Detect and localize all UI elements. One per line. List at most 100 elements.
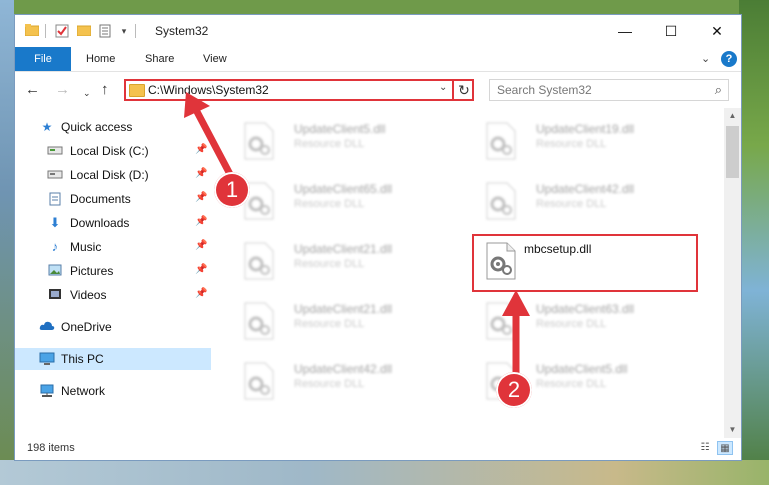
cloud-icon: [39, 320, 55, 334]
file-item[interactable]: UpdateClient42.dll Resource DLL: [474, 176, 694, 228]
file-name: UpdateClient19.dll: [536, 122, 635, 136]
sidebar-item-label: Documents: [70, 192, 131, 206]
search-icon[interactable]: ⌕: [715, 82, 722, 98]
file-name: UpdateClient5.dll: [536, 362, 628, 376]
dll-file-icon: [486, 182, 516, 220]
file-name: UpdateClient42.dll: [294, 362, 393, 376]
dll-file-icon: [244, 302, 274, 340]
up-arrow-icon[interactable]: ↑: [101, 81, 109, 99]
pin-icon[interactable]: 📌: [195, 288, 207, 299]
navigation-bar: ← → ⌄ ↑ C:\Windows\System32 ⌄ ↻ Search S…: [15, 72, 741, 108]
file-name: UpdateClient63.dll: [536, 302, 635, 316]
file-item[interactable]: UpdateClient21.dll Resource DLL: [232, 296, 452, 348]
tab-view[interactable]: View: [203, 47, 227, 71]
vertical-scrollbar[interactable]: ▲ ▼: [724, 108, 741, 438]
drive-icon: [47, 168, 63, 182]
minimize-button[interactable]: —: [602, 15, 648, 47]
ribbon-tabs: File Home Share View ⌄ ?: [15, 47, 741, 72]
sidebar-item-videos[interactable]: Videos 📌: [15, 284, 211, 306]
documents-icon: [47, 192, 63, 206]
toolbar-separator: [45, 24, 46, 38]
download-icon: ⬇: [49, 215, 61, 230]
sidebar-item-label: Local Disk (C:): [70, 144, 149, 158]
tab-home[interactable]: Home: [86, 47, 115, 71]
desktop-background-left: [0, 0, 14, 485]
sidebar-item-this-pc[interactable]: This PC: [15, 348, 211, 370]
file-name: UpdateClient21.dll: [294, 302, 393, 316]
pin-icon[interactable]: 📌: [195, 264, 207, 275]
tab-share[interactable]: Share: [145, 47, 174, 71]
desktop-background-right: [739, 0, 769, 485]
status-bar: 198 items ☷ ▦: [15, 438, 741, 460]
sidebar-item-label: Network: [61, 384, 106, 398]
file-type: Resource DLL: [294, 318, 365, 330]
sidebar-item-network[interactable]: Network: [15, 380, 211, 402]
music-icon: ♪: [51, 239, 59, 254]
file-name: UpdateClient65.dll: [294, 182, 393, 196]
sidebar-item-label: OneDrive: [61, 320, 112, 334]
folder-icon: [129, 84, 145, 97]
sidebar-item-onedrive[interactable]: OneDrive: [15, 316, 211, 338]
maximize-button[interactable]: ☐: [648, 15, 694, 47]
file-type: Resource DLL: [294, 258, 365, 270]
properties-icon[interactable]: [99, 24, 113, 38]
desktop-background-bottom: [0, 460, 769, 485]
step-badge-1: 1: [214, 172, 250, 208]
scrollbar-thumb[interactable]: [726, 126, 739, 178]
file-type: Resource DLL: [294, 378, 365, 390]
scroll-up-icon[interactable]: ▲: [724, 108, 741, 124]
sidebar-item-downloads[interactable]: ⬇ Downloads 📌: [15, 212, 211, 234]
folder-icon[interactable]: [76, 24, 92, 38]
file-item[interactable]: UpdateClient19.dll Resource DLL: [474, 116, 694, 168]
chevron-down-icon[interactable]: ⌄: [701, 52, 710, 65]
file-type: Resource DLL: [536, 318, 607, 330]
file-item[interactable]: UpdateClient21.dll Resource DLL: [232, 236, 452, 288]
chevron-down-icon[interactable]: ⌄: [439, 82, 447, 93]
pin-icon[interactable]: 📌: [195, 216, 207, 227]
pin-icon[interactable]: 📌: [195, 240, 207, 251]
tab-file[interactable]: File: [15, 47, 71, 71]
folder-icon[interactable]: [24, 24, 40, 38]
toolbar-separator: [135, 24, 136, 38]
sidebar-item-label: Videos: [70, 288, 107, 302]
back-arrow-icon[interactable]: ←: [25, 81, 40, 99]
dll-file-icon: [486, 122, 516, 160]
file-type: Resource DLL: [294, 138, 365, 150]
recent-locations-icon[interactable]: ⌄: [83, 84, 91, 102]
sidebar-item-music[interactable]: ♪ Music 📌: [15, 236, 211, 258]
item-count: 198 items: [27, 442, 75, 454]
sidebar-item-pictures[interactable]: Pictures 📌: [15, 260, 211, 282]
large-icons-view-icon[interactable]: ▦: [717, 441, 733, 455]
refresh-icon[interactable]: ↻: [452, 79, 474, 101]
sidebar-item-label: Local Disk (D:): [70, 168, 149, 182]
forward-arrow-icon[interactable]: →: [55, 81, 70, 99]
drive-icon: [47, 144, 63, 158]
sidebar-item-label: This PC: [61, 352, 104, 366]
details-view-icon[interactable]: ☷: [697, 441, 713, 455]
pin-icon[interactable]: 📌: [195, 192, 207, 203]
videos-icon: [47, 288, 63, 302]
sidebar-item-label: Quick access: [61, 120, 133, 134]
close-button[interactable]: ✕: [694, 15, 740, 47]
file-item[interactable]: UpdateClient5.dll Resource DLL: [232, 116, 452, 168]
dll-file-icon: [244, 362, 274, 400]
file-name: UpdateClient21.dll: [294, 242, 393, 256]
search-input[interactable]: Search System32 ⌕: [489, 79, 729, 101]
computer-icon: [39, 352, 55, 366]
file-name: UpdateClient42.dll: [536, 182, 635, 196]
address-bar[interactable]: C:\Windows\System32 ⌄ ↻: [124, 79, 474, 101]
window-title: System32: [155, 24, 209, 38]
file-item[interactable]: UpdateClient65.dll Resource DLL: [232, 176, 452, 228]
help-button[interactable]: ?: [721, 51, 737, 67]
file-list: UpdateClient5.dll Resource DLL UpdateCli…: [212, 108, 724, 438]
step-badge-2: 2: [496, 372, 532, 408]
search-placeholder: Search System32: [497, 83, 592, 97]
file-type: Resource DLL: [536, 198, 607, 210]
dropdown-icon[interactable]: ▾: [117, 24, 131, 38]
network-icon: [39, 384, 55, 398]
scroll-down-icon[interactable]: ▼: [724, 422, 741, 438]
file-name: UpdateClient5.dll: [294, 122, 386, 136]
file-item[interactable]: UpdateClient42.dll Resource DLL: [232, 356, 452, 408]
checklist-icon[interactable]: [55, 24, 69, 38]
file-type: Resource DLL: [536, 378, 607, 390]
